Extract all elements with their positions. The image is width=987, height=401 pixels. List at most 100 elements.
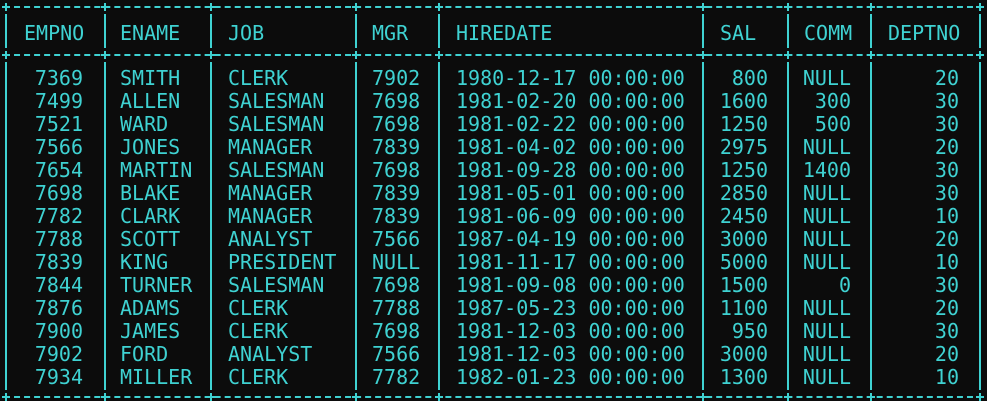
table-cell-hiredate: 1987-05-23 00:00:00 bbox=[456, 296, 685, 320]
table-cell-comm: NULL bbox=[802, 365, 851, 389]
table-cell-mgr: 7566 bbox=[372, 342, 421, 366]
table-border-junction bbox=[2, 3, 10, 11]
table-cell-empno: 7369 bbox=[34, 66, 83, 90]
table-border-junction bbox=[976, 393, 984, 401]
table-cell-hiredate: 1981-02-22 00:00:00 bbox=[456, 112, 685, 136]
table-cell-comm: NULL bbox=[802, 204, 851, 228]
table-cell-empno: 7844 bbox=[34, 273, 83, 297]
table-cell-ename: JONES bbox=[120, 135, 181, 159]
table-cell-mgr: 7782 bbox=[372, 365, 421, 389]
table-cell-hiredate: 1987-04-19 00:00:00 bbox=[456, 227, 685, 251]
table-cell-ename: CLARK bbox=[120, 204, 181, 228]
table-column-separator bbox=[355, 14, 357, 48]
table-column-separator bbox=[104, 14, 106, 48]
table-cell-comm: NULL bbox=[802, 66, 851, 90]
table-cell-mgr: 7698 bbox=[372, 112, 421, 136]
table-cell-deptno: 30 bbox=[934, 181, 959, 205]
table-border-junction bbox=[867, 51, 875, 59]
table-cell-empno: 7902 bbox=[34, 342, 83, 366]
table-column-separator bbox=[870, 14, 872, 48]
table-cell-hiredate: 1981-09-08 00:00:00 bbox=[456, 273, 685, 297]
table-cell-job: CLERK bbox=[228, 319, 289, 343]
table-column-separator bbox=[979, 14, 981, 48]
table-cell-mgr: 7839 bbox=[372, 135, 421, 159]
table-border-junction bbox=[435, 3, 443, 11]
table-column-separator bbox=[870, 62, 872, 390]
table-cell-comm: 300 bbox=[814, 89, 851, 113]
table-cell-empno: 7900 bbox=[34, 319, 83, 343]
table-cell-sal: 1250 bbox=[719, 112, 768, 136]
table-cell-job: MANAGER bbox=[228, 204, 313, 228]
table-cell-mgr: 7698 bbox=[372, 158, 421, 182]
table-cell-deptno: 20 bbox=[934, 227, 959, 251]
table-cell-hiredate: 1982-01-23 00:00:00 bbox=[456, 365, 685, 389]
table-cell-deptno: 20 bbox=[934, 66, 959, 90]
table-cell-job: MANAGER bbox=[228, 181, 313, 205]
table-cell-sal: 2975 bbox=[719, 135, 768, 159]
table-border-junction bbox=[976, 51, 984, 59]
table-cell-mgr: 7698 bbox=[372, 319, 421, 343]
table-cell-mgr: 7902 bbox=[372, 66, 421, 90]
table-border-junction bbox=[101, 393, 109, 401]
table-cell-ename: KING bbox=[120, 250, 169, 274]
table-cell-hiredate: 1981-06-09 00:00:00 bbox=[456, 204, 685, 228]
table-cell-comm: NULL bbox=[802, 296, 851, 320]
table-cell-empno: 7782 bbox=[34, 204, 83, 228]
table-cell-comm: 1400 bbox=[802, 158, 851, 182]
column-header-ename: ENAME bbox=[120, 21, 181, 45]
table-cell-ename: WARD bbox=[120, 112, 169, 136]
table-cell-job: CLERK bbox=[228, 365, 289, 389]
table-border-junction bbox=[207, 3, 215, 11]
table-cell-empno: 7934 bbox=[34, 365, 83, 389]
table-cell-hiredate: 1981-05-01 00:00:00 bbox=[456, 181, 685, 205]
table-cell-ename: MARTIN bbox=[120, 158, 193, 182]
table-cell-comm: 0 bbox=[838, 273, 851, 297]
table-cell-deptno: 30 bbox=[934, 158, 959, 182]
terminal-output: EMPNO ENAME JOB MGR HIREDATE SAL COMM DEPTNO 736… bbox=[0, 0, 987, 401]
table-border-junction bbox=[435, 393, 443, 401]
table-border-junction bbox=[867, 393, 875, 401]
table-cell-job: SALESMAN bbox=[228, 112, 325, 136]
table-column-separator bbox=[438, 62, 440, 390]
table-cell-sal: 1250 bbox=[719, 158, 768, 182]
table-border-junction bbox=[867, 3, 875, 11]
table-cell-mgr: 7698 bbox=[372, 89, 421, 113]
table-cell-deptno: 20 bbox=[934, 296, 959, 320]
table-cell-ename: BLAKE bbox=[120, 181, 181, 205]
table-border-junction bbox=[352, 393, 360, 401]
table-cell-comm: NULL bbox=[802, 319, 851, 343]
table-cell-hiredate: 1981-09-28 00:00:00 bbox=[456, 158, 685, 182]
table-cell-empno: 7839 bbox=[34, 250, 83, 274]
column-header-deptno: DEPTNO bbox=[888, 21, 961, 45]
table-cell-comm: NULL bbox=[802, 135, 851, 159]
table-border-horizontal bbox=[4, 6, 983, 8]
table-cell-job: CLERK bbox=[228, 66, 289, 90]
table-cell-hiredate: 1981-12-03 00:00:00 bbox=[456, 342, 685, 366]
table-cell-ename: ALLEN bbox=[120, 89, 181, 113]
table-border-junction bbox=[101, 51, 109, 59]
table-cell-job: ANALYST bbox=[228, 227, 313, 251]
table-cell-job: SALESMAN bbox=[228, 273, 325, 297]
table-cell-comm: NULL bbox=[802, 342, 851, 366]
table-column-separator bbox=[210, 14, 212, 48]
table-cell-sal: 2450 bbox=[719, 204, 768, 228]
table-cell-mgr: 7698 bbox=[372, 273, 421, 297]
table-cell-hiredate: 1981-11-17 00:00:00 bbox=[456, 250, 685, 274]
table-column-separator bbox=[438, 14, 440, 48]
table-cell-job: SALESMAN bbox=[228, 158, 325, 182]
table-column-separator bbox=[5, 14, 7, 48]
table-cell-deptno: 30 bbox=[934, 89, 959, 113]
table-cell-ename: FORD bbox=[120, 342, 169, 366]
table-cell-hiredate: 1981-02-20 00:00:00 bbox=[456, 89, 685, 113]
table-cell-sal: 1100 bbox=[719, 296, 768, 320]
table-cell-sal: 800 bbox=[731, 66, 768, 90]
table-cell-sal: 5000 bbox=[719, 250, 768, 274]
table-cell-deptno: 30 bbox=[934, 112, 959, 136]
table-border-junction bbox=[784, 393, 792, 401]
table-cell-mgr: NULL bbox=[372, 250, 421, 274]
table-cell-comm: NULL bbox=[802, 227, 851, 251]
table-border-junction bbox=[784, 51, 792, 59]
table-border-horizontal bbox=[4, 396, 983, 398]
table-column-separator bbox=[979, 62, 981, 390]
table-cell-ename: MILLER bbox=[120, 365, 193, 389]
